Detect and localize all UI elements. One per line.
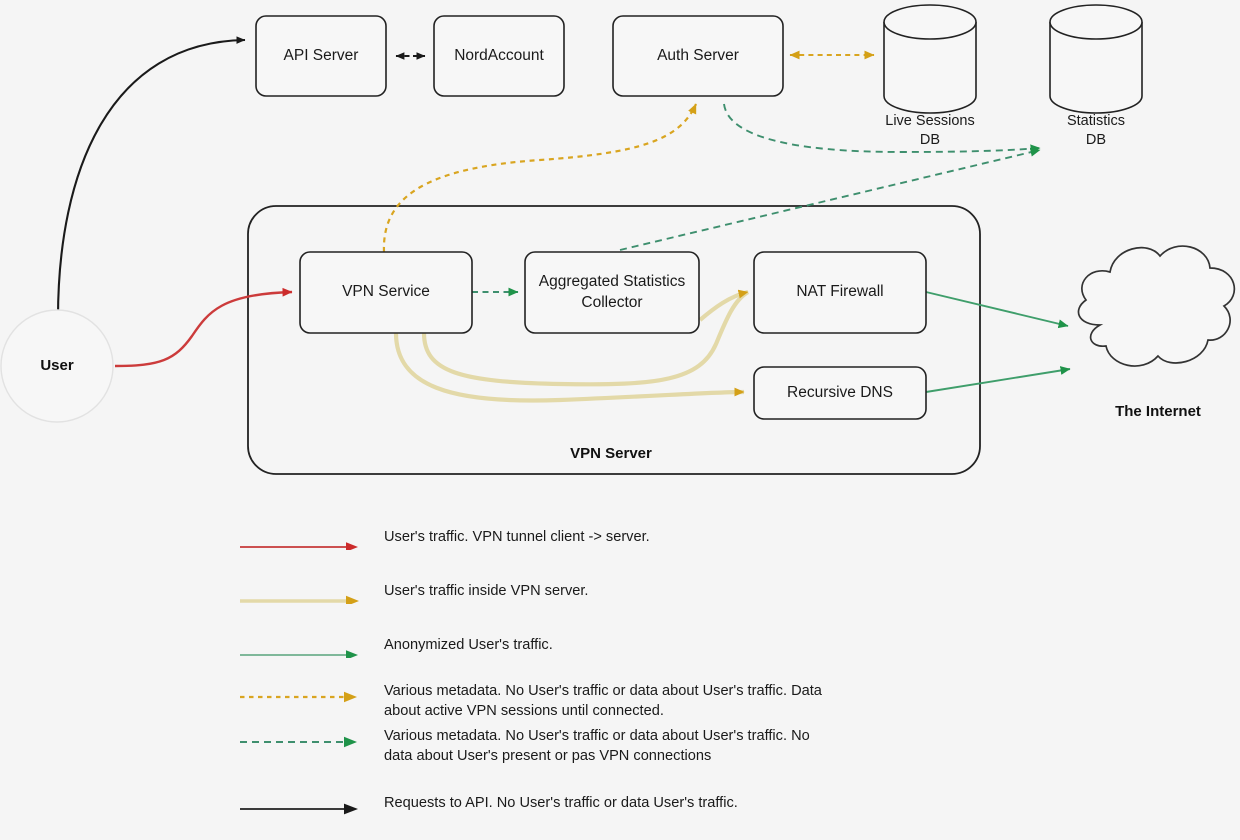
internet-label: The Internet — [1115, 403, 1201, 420]
node-nat-firewall[interactable]: NAT Firewall — [753, 251, 927, 334]
aggregated-collector-box — [524, 251, 700, 334]
auth-server-label: Auth Server — [657, 47, 739, 64]
live-sessions-db-label-line1: Live Sessions — [885, 113, 974, 129]
node-nordaccount[interactable]: NordAccount — [433, 15, 565, 97]
arrow-right-icon — [344, 691, 357, 703]
legend-label-metadata-sessions: Various metadata. No User's traffic or d… — [384, 683, 822, 719]
arrow-right-icon — [346, 542, 358, 550]
nordaccount-label: NordAccount — [454, 47, 544, 64]
edge-vpn-service-to-auth-server — [382, 103, 698, 253]
arrow-right-icon — [346, 595, 359, 604]
statistics-db-top — [1049, 4, 1143, 40]
edge-vpn-service-to-nat-firewall-head — [698, 289, 749, 322]
node-recursive-dns[interactable]: Recursive DNS — [753, 366, 927, 420]
legend-swatch-user-traffic — [238, 528, 368, 550]
edge-nat-firewall-to-internet — [925, 291, 1069, 329]
legend-item-metadata-sessions: Various metadata. No User's traffic or d… — [238, 682, 938, 727]
edge-vpn-service-to-recursive-dns — [393, 332, 745, 403]
arrow-right-icon — [344, 803, 358, 815]
legend: User's traffic. VPN tunnel client -> ser… — [238, 528, 938, 834]
legend-item-user-traffic: User's traffic. VPN tunnel client -> ser… — [238, 528, 938, 582]
node-api-server[interactable]: API Server — [255, 15, 387, 97]
legend-label-user-traffic: User's traffic. VPN tunnel client -> ser… — [384, 529, 650, 545]
vpn-server-group-label: VPN Server — [570, 445, 652, 462]
legend-label-api-requests: Requests to API. No User's traffic or da… — [384, 795, 738, 811]
legend-label-anonymized-traffic: Anonymized User's traffic. — [384, 637, 553, 653]
legend-swatch-internal-traffic — [238, 582, 368, 604]
edge-user-to-api-server — [56, 36, 246, 319]
node-user[interactable]: User — [0, 309, 114, 423]
aggregated-collector-label-line1: Aggregated Statistics — [539, 273, 686, 290]
legend-item-anonymized-traffic: Anonymized User's traffic. — [238, 636, 938, 682]
statistics-db-label-line1: Statistics — [1067, 113, 1125, 129]
arrow-right-icon — [344, 736, 357, 748]
statistics-db-label-line2: DB — [1086, 132, 1106, 148]
vpn-service-label: VPN Service — [342, 283, 430, 300]
live-sessions-db-label-line2: DB — [920, 132, 940, 148]
node-internet[interactable]: The Internet — [1077, 245, 1235, 420]
nat-firewall-label: NAT Firewall — [796, 283, 883, 300]
node-vpn-service[interactable]: VPN Service — [299, 251, 473, 334]
recursive-dns-label: Recursive DNS — [787, 384, 893, 401]
node-statistics-db[interactable]: Statistics DB — [1049, 4, 1143, 148]
user-label: User — [40, 357, 74, 374]
api-server-label: API Server — [284, 47, 359, 64]
diagram-root: VPN Server User API Server NordAccount A… — [0, 0, 1240, 840]
vpn-server-group-box — [247, 205, 981, 475]
edge-auth-server-to-statistics-db — [723, 103, 1041, 154]
legend-label-metadata-statistics: Various metadata. No User's traffic or d… — [384, 728, 810, 764]
internet-cloud-shape — [1077, 245, 1235, 367]
legend-swatch-metadata-statistics — [238, 727, 368, 749]
edge-user-to-vpn-service — [114, 287, 293, 368]
legend-swatch-metadata-sessions — [238, 682, 368, 704]
legend-item-api-requests: Requests to API. No User's traffic or da… — [238, 794, 938, 834]
legend-label-internal-traffic: User's traffic inside VPN server. — [384, 583, 589, 599]
arrow-right-icon — [346, 650, 358, 658]
node-aggregated-statistics-collector[interactable]: Aggregated Statistics Collector — [524, 251, 700, 334]
edge-collector-to-statistics-db — [619, 147, 1041, 251]
live-sessions-db-top — [883, 4, 977, 40]
vpn-server-group: VPN Server — [247, 205, 981, 475]
node-live-sessions-db[interactable]: Live Sessions DB — [883, 4, 977, 148]
legend-item-metadata-statistics: Various metadata. No User's traffic or d… — [238, 727, 938, 794]
legend-swatch-api-requests — [238, 794, 368, 816]
legend-item-internal-traffic: User's traffic inside VPN server. — [238, 582, 938, 636]
node-auth-server[interactable]: Auth Server — [612, 15, 784, 97]
edge-recursive-dns-to-internet — [925, 366, 1071, 393]
legend-swatch-anonymized-traffic — [238, 636, 368, 658]
aggregated-collector-label-line2: Collector — [581, 294, 642, 311]
